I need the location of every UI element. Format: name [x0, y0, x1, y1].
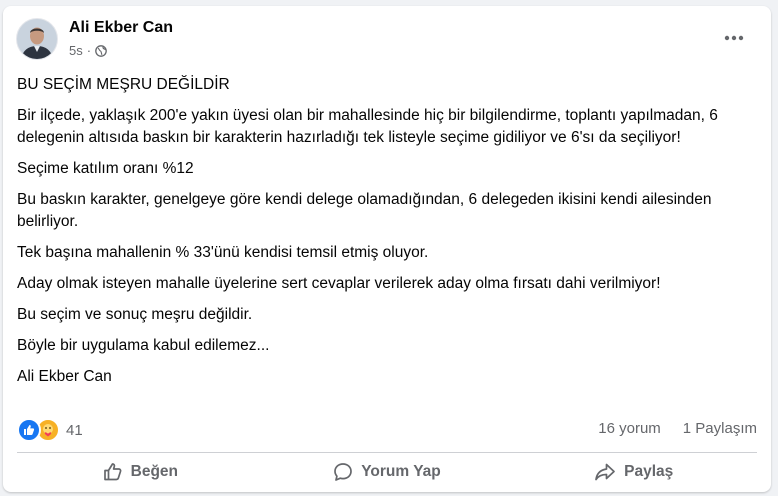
post-meta: 5s ·	[69, 43, 107, 58]
post-paragraph: Bu seçim ve sonuç meşru değildir.	[17, 306, 253, 323]
post-paragraph: Aday olmak isteyen mahalle üyelerine ser…	[17, 275, 661, 292]
meta-separator: ·	[86, 43, 92, 58]
post-paragraph: BU SEÇİM MEŞRU DEĞİLDİR	[17, 76, 230, 93]
share-button[interactable]: Paylaş	[510, 456, 757, 488]
post-paragraph: Bu baskın karakter, genelgeye göre kendi…	[17, 191, 712, 230]
post-header: Ali Ekber Can 5s ·	[16, 18, 756, 66]
more-options-button[interactable]	[720, 28, 748, 48]
avatar[interactable]	[16, 18, 58, 60]
thumbs-up-icon	[103, 463, 122, 481]
comment-label: Yorum Yap	[361, 463, 441, 480]
divider	[17, 452, 757, 453]
author-name[interactable]: Ali Ekber Can	[69, 19, 173, 37]
comment-icon	[334, 463, 353, 481]
post-time[interactable]: 5s	[69, 43, 83, 58]
post-stats: 41 16 yorum 1 Paylaşım	[17, 418, 757, 442]
like-label: Beğen	[130, 463, 179, 480]
post-paragraph: Böyle bir uygulama kabul edilemez...	[17, 337, 270, 354]
post-paragraph: Bir ilçede, yaklaşık 200'e yakın üyesi o…	[17, 107, 718, 146]
post-body: BU SEÇİM MEŞRU DEĞİLDİR Bir ilçede, yakl…	[17, 74, 757, 388]
post-paragraph: Seçime katılım oranı %12	[17, 160, 194, 177]
comment-button[interactable]: Yorum Yap	[264, 456, 511, 488]
like-button[interactable]: Beğen	[17, 456, 264, 488]
comment-count[interactable]: 16 yorum	[598, 420, 661, 437]
post-signature: Ali Ekber Can	[17, 368, 112, 385]
reactions-summary[interactable]: 41	[17, 418, 83, 442]
reaction-count: 41	[66, 421, 83, 439]
globe-icon	[95, 44, 107, 57]
share-label: Paylaş	[624, 463, 674, 480]
action-bar: Beğen Yorum Yap Paylaş	[17, 456, 757, 488]
post-card: Ali Ekber Can 5s · BU SEÇİM MEŞRU DEĞİLD…	[3, 6, 771, 492]
post-paragraph: Tek başına mahallenin % 33'ünü kendisi t…	[17, 244, 429, 261]
like-reaction-icon	[17, 418, 41, 442]
avatar-image	[17, 19, 57, 59]
share-icon	[595, 463, 615, 481]
engagement-counts: 16 yorum 1 Paylaşım	[598, 420, 757, 437]
share-count[interactable]: 1 Paylaşım	[683, 420, 757, 437]
more-options-icon	[724, 35, 744, 41]
